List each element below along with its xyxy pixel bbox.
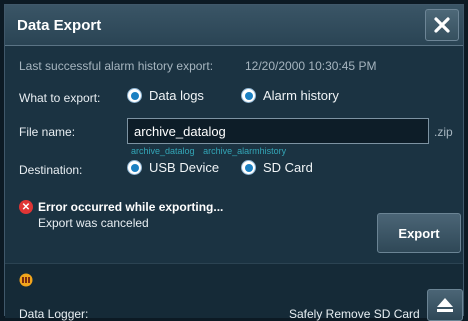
- safely-remove-label: Safely Remove SD Card: [289, 307, 420, 321]
- radio-selected-dot: [130, 163, 139, 172]
- close-icon: [434, 17, 450, 33]
- footer-bar: Data Logger: Safely Remove SD Card: [5, 263, 463, 321]
- file-extension: .zip: [434, 125, 453, 139]
- eject-icon: [437, 298, 453, 312]
- eject-button[interactable]: [427, 289, 463, 321]
- radio-usb-device[interactable]: USB Device: [127, 160, 219, 175]
- what-to-export-label: What to export:: [19, 91, 101, 105]
- radio-button[interactable]: [127, 88, 142, 103]
- radio-sd-card[interactable]: SD Card: [241, 160, 313, 175]
- error-title: Error occurred while exporting...: [38, 200, 224, 214]
- radio-selected-dot: [244, 91, 253, 100]
- data-logger-label: Data Logger:: [19, 307, 89, 321]
- radio-label: USB Device: [149, 160, 220, 175]
- file-name-label: File name:: [19, 125, 76, 139]
- warning-icon: [19, 273, 33, 287]
- radio-data-logs[interactable]: Data logs: [127, 88, 204, 103]
- radio-button[interactable]: [241, 160, 256, 175]
- radio-label: Data logs: [149, 88, 204, 103]
- data-export-dialog: Data Export Last successful alarm histor…: [4, 4, 464, 321]
- export-button[interactable]: Export: [377, 213, 461, 253]
- radio-selected-dot: [244, 163, 253, 172]
- dialog-title: Data Export: [17, 17, 102, 34]
- file-name-hint[interactable]: archive_alarmhistory: [203, 146, 286, 156]
- radio-selected-dot: [130, 91, 139, 100]
- title-bar: Data Export: [5, 5, 463, 46]
- last-export-label: Last successful alarm history export:: [19, 59, 214, 73]
- file-name-hints: archive_datalog archive_alarmhistory: [131, 146, 292, 156]
- close-button[interactable]: [425, 9, 459, 41]
- destination-label: Destination:: [19, 163, 83, 177]
- radio-button[interactable]: [127, 160, 142, 175]
- file-name-input[interactable]: archive_datalog: [127, 118, 429, 144]
- file-name-hint[interactable]: archive_datalog: [131, 146, 195, 156]
- radio-label: Alarm history: [263, 88, 339, 103]
- error-icon: ✕: [19, 200, 33, 214]
- radio-label: SD Card: [263, 160, 313, 175]
- radio-button[interactable]: [241, 88, 256, 103]
- error-message: Export was canceled: [38, 216, 149, 230]
- radio-alarm-history[interactable]: Alarm history: [241, 88, 339, 103]
- last-export-value: 12/20/2000 10:30:45 PM: [245, 59, 377, 73]
